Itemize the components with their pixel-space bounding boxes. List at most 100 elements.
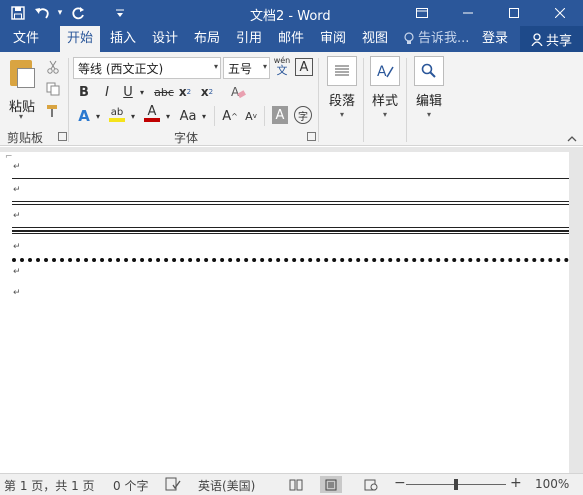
- grow-font-label: A: [222, 108, 232, 124]
- font-size-value: 五号: [228, 62, 253, 76]
- change-case-dropdown-icon[interactable]: ▾: [199, 106, 209, 126]
- tell-me-text: 告诉我...: [418, 31, 470, 46]
- web-layout-icon[interactable]: [360, 476, 382, 493]
- chevron-down-icon: ▾: [213, 62, 218, 71]
- font-name-combo[interactable]: 等线 (西文正文) ▾: [73, 57, 221, 79]
- tab-insert[interactable]: 插入: [104, 26, 142, 52]
- proofing-icon[interactable]: [165, 477, 181, 494]
- phonetic-guide-button[interactable]: wén 文: [272, 56, 292, 76]
- paragraph-button[interactable]: 段落 ▾: [318, 56, 366, 119]
- paragraph-icon: [327, 56, 357, 86]
- language-indicator[interactable]: 英语(美国): [198, 477, 255, 494]
- highlight-dropdown-icon[interactable]: ▾: [128, 106, 138, 126]
- zoom-in-button[interactable]: +: [510, 475, 522, 491]
- document-page[interactable]: ⌐ ↵ ↵ ↵ ↵ ↵ ↵: [0, 152, 569, 473]
- maximize-icon[interactable]: [491, 0, 537, 26]
- subscript-mark: 2: [186, 88, 192, 96]
- text-effects-dropdown-icon[interactable]: ▾: [93, 106, 103, 126]
- chevron-down-icon: ▾: [426, 110, 431, 119]
- tab-file[interactable]: 文件: [6, 26, 46, 52]
- italic-button[interactable]: I: [100, 82, 114, 102]
- font-color-dropdown-icon[interactable]: ▾: [163, 106, 173, 126]
- paragraph-mark-icon: ↵: [13, 242, 21, 252]
- grow-font-button[interactable]: A ^: [221, 106, 239, 126]
- shrink-font-button[interactable]: Av: [243, 106, 259, 126]
- paragraph-mark-icon: ↵: [13, 162, 21, 172]
- share-button[interactable]: 共享: [520, 26, 583, 52]
- styles-button[interactable]: A 样式 ▾: [361, 56, 409, 119]
- text-effects-button[interactable]: A: [76, 106, 92, 126]
- collapse-ribbon-icon[interactable]: [567, 132, 577, 145]
- tab-review[interactable]: 审阅: [314, 26, 352, 52]
- subscript-base: x: [178, 85, 187, 99]
- share-label: 共享: [545, 33, 572, 49]
- magnifier-icon: [414, 56, 444, 86]
- customize-qat-icon[interactable]: [108, 2, 132, 24]
- paragraph-label: 段落: [328, 94, 355, 109]
- tab-view[interactable]: 视图: [356, 26, 394, 52]
- font-color-label: A: [147, 104, 157, 119]
- window-controls: [399, 0, 583, 26]
- paste-dropdown-icon[interactable]: ▾: [19, 112, 23, 121]
- tell-me-box[interactable]: 告诉我...: [404, 26, 469, 52]
- copy-icon[interactable]: [44, 80, 62, 98]
- redo-icon[interactable]: [66, 2, 90, 24]
- ribbon-home: 粘贴 ▾ 剪贴板 等线 (西文正文) ▾ 五号 ▾ wén 文 A B I U …: [0, 52, 583, 146]
- cut-icon[interactable]: [44, 58, 62, 76]
- superscript-mark: 2: [208, 88, 214, 96]
- tab-home[interactable]: 开始: [60, 26, 100, 52]
- clipboard-group-label: 剪贴板: [7, 131, 44, 145]
- border-line-triple: [12, 227, 569, 234]
- styles-label: 样式: [371, 94, 398, 109]
- change-case-button[interactable]: Aa: [177, 106, 199, 126]
- tab-design[interactable]: 设计: [146, 26, 184, 52]
- font-color-bar: [144, 118, 160, 122]
- word-count[interactable]: 0 个字: [113, 477, 148, 494]
- zoom-level[interactable]: 100%: [535, 477, 569, 491]
- subscript-button[interactable]: x2: [177, 82, 193, 102]
- zoom-slider-thumb[interactable]: [454, 479, 458, 490]
- svg-text:A: A: [231, 85, 240, 99]
- clipboard-launcher-icon[interactable]: [58, 132, 67, 141]
- zoom-out-button[interactable]: −: [394, 475, 406, 491]
- undo-dropdown-icon[interactable]: ▾: [54, 8, 66, 18]
- tab-layout[interactable]: 布局: [188, 26, 226, 52]
- underline-button[interactable]: U: [121, 82, 135, 102]
- paste-button[interactable]: 粘贴 ▾: [6, 58, 40, 121]
- character-shading-button[interactable]: A: [272, 106, 288, 124]
- caret-up-icon: ^: [231, 111, 238, 121]
- font-launcher-icon[interactable]: [307, 132, 316, 141]
- tab-references[interactable]: 引用: [230, 26, 268, 52]
- sign-in-link[interactable]: 登录: [482, 26, 508, 52]
- format-painter-icon[interactable]: [44, 102, 62, 120]
- underline-dropdown-icon[interactable]: ▾: [137, 82, 147, 102]
- print-layout-icon[interactable]: [320, 476, 342, 493]
- title-bar: ▾ 文档2 - Word: [0, 0, 583, 26]
- clear-formatting-icon[interactable]: A: [229, 82, 247, 102]
- highlight-label: ab: [110, 106, 124, 118]
- enclose-characters-button[interactable]: 字: [294, 106, 312, 124]
- bold-button[interactable]: B: [76, 82, 92, 102]
- quick-access-toolbar: ▾: [6, 2, 132, 24]
- character-border-button[interactable]: A: [295, 58, 313, 76]
- ribbon-display-options-icon[interactable]: [399, 0, 445, 26]
- undo-icon[interactable]: [30, 2, 54, 24]
- document-area: ⌐ ↵ ↵ ↵ ↵ ↵ ↵: [0, 147, 583, 473]
- vertical-scrollbar[interactable]: [569, 147, 583, 473]
- minimize-icon[interactable]: [445, 0, 491, 26]
- editing-button[interactable]: 编辑 ▾: [405, 56, 453, 119]
- page-count[interactable]: 第 1 页，共 1 页: [4, 477, 95, 494]
- paragraph-mark-icon: ↵: [13, 211, 21, 221]
- highlight-button[interactable]: ab: [108, 104, 126, 124]
- superscript-button[interactable]: x2: [199, 82, 215, 102]
- read-mode-icon[interactable]: [285, 476, 307, 493]
- save-icon[interactable]: [6, 2, 30, 24]
- font-name-value: 等线 (西文正文): [78, 62, 164, 76]
- status-bar: 第 1 页，共 1 页 0 个字 英语(美国) − + 100%: [0, 473, 583, 495]
- tab-mailings[interactable]: 邮件: [272, 26, 310, 52]
- font-size-combo[interactable]: 五号 ▾: [223, 57, 270, 79]
- close-icon[interactable]: [537, 0, 583, 26]
- chevron-down-icon: ▾: [382, 110, 387, 119]
- strikethrough-button[interactable]: abc: [153, 82, 175, 102]
- font-color-button[interactable]: A: [143, 104, 161, 124]
